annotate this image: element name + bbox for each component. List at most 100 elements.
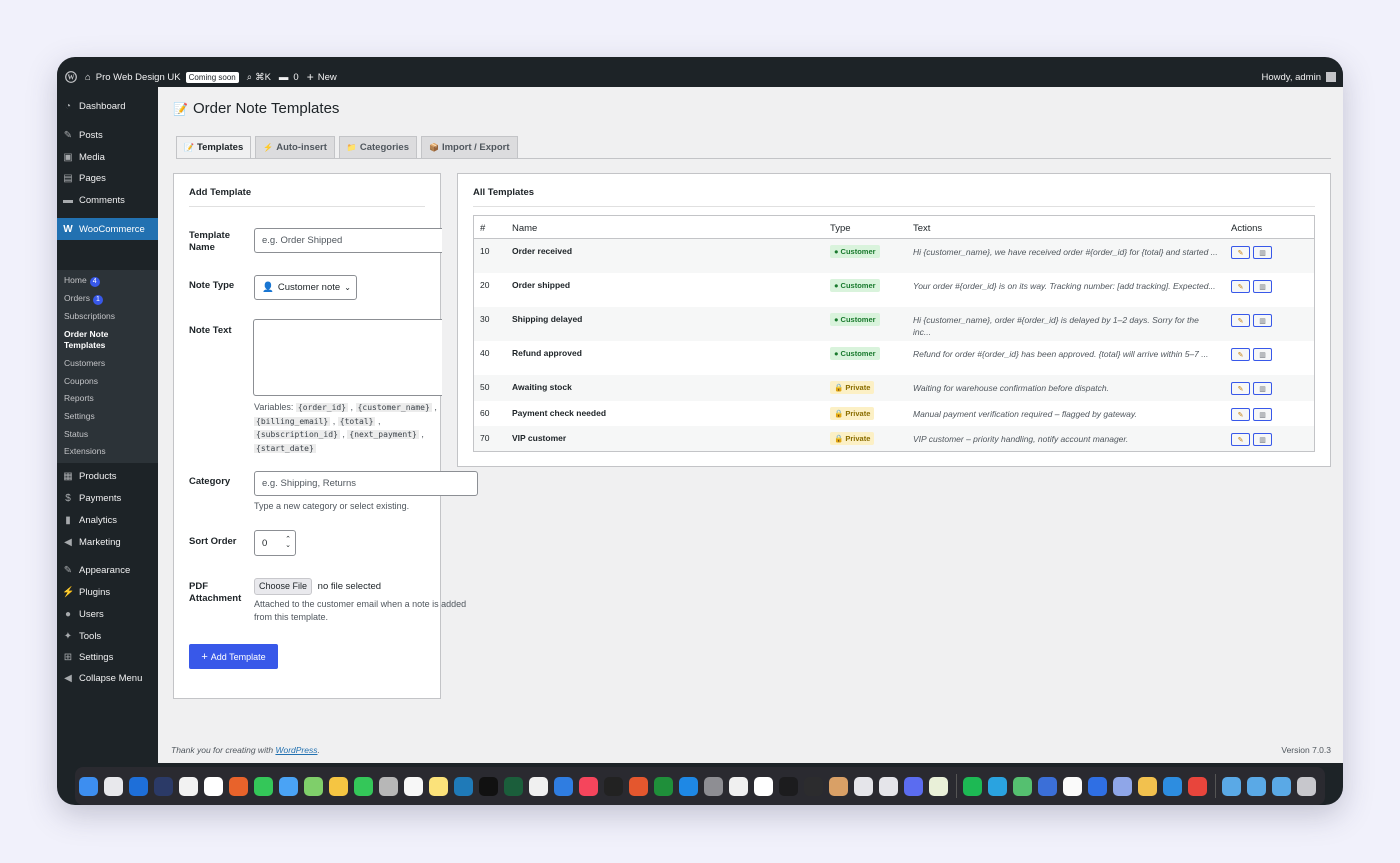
delete-button[interactable]: ▥ bbox=[1253, 408, 1272, 421]
sidebar-subitem-status[interactable]: Status bbox=[64, 429, 88, 440]
vscode-icon[interactable] bbox=[1163, 776, 1182, 796]
activity-monitor-icon[interactable] bbox=[804, 776, 823, 796]
sidebar-item-pages[interactable]: ▤ Pages bbox=[57, 167, 158, 189]
sidebar-item-analytics[interactable]: ▮ Analytics bbox=[57, 509, 158, 531]
sidebar-subitem-subscriptions[interactable]: Subscriptions bbox=[64, 311, 115, 322]
app-icon[interactable] bbox=[754, 776, 773, 796]
app-icon[interactable] bbox=[854, 776, 873, 796]
reminders-icon[interactable] bbox=[404, 776, 423, 796]
notes-icon[interactable] bbox=[429, 776, 448, 796]
edit-button[interactable]: ✎ bbox=[1231, 408, 1250, 421]
account-menu[interactable]: Howdy, admin bbox=[1262, 67, 1336, 87]
app-icon[interactable] bbox=[504, 776, 523, 796]
claude-icon[interactable] bbox=[229, 776, 248, 796]
messages-icon[interactable] bbox=[254, 776, 273, 796]
tab-import-export[interactable]: 📦 Import / Export bbox=[420, 136, 518, 158]
delete-button[interactable]: ▥ bbox=[1253, 280, 1272, 293]
app-icon[interactable] bbox=[154, 776, 173, 796]
sidebar-subitem-extensions[interactable]: Extensions bbox=[64, 446, 106, 457]
edit-button[interactable]: ✎ bbox=[1231, 433, 1250, 446]
sidebar-subitem-home[interactable]: Home 4 bbox=[64, 275, 100, 287]
sidebar-subitem-order-note-templates[interactable]: Order Note Templates bbox=[64, 329, 108, 351]
folder-icon[interactable] bbox=[1222, 776, 1241, 796]
launchpad-icon[interactable] bbox=[104, 776, 123, 796]
edit-button[interactable]: ✎ bbox=[1231, 348, 1250, 361]
command-palette-link[interactable]: ⌕ ⌘K bbox=[247, 67, 271, 87]
delete-button[interactable]: ▥ bbox=[1253, 314, 1272, 327]
sidebar-item-plugins[interactable]: ⚡ Plugins bbox=[57, 581, 158, 603]
wordpress-link[interactable]: WordPress bbox=[275, 745, 317, 755]
contacts-icon[interactable] bbox=[379, 776, 398, 796]
delete-button[interactable]: ▥ bbox=[1253, 433, 1272, 446]
app-icon[interactable] bbox=[1138, 776, 1157, 796]
freeform-icon[interactable] bbox=[454, 776, 473, 796]
sidebar-item-posts[interactable]: ✎ Posts bbox=[57, 124, 158, 146]
system-settings-icon[interactable] bbox=[704, 776, 723, 796]
wordpress-logo-icon[interactable]: W bbox=[65, 67, 77, 87]
delete-button[interactable]: ▥ bbox=[1253, 382, 1272, 395]
apple-tv-icon[interactable] bbox=[479, 776, 498, 796]
choose-file-button[interactable]: Choose File bbox=[254, 578, 313, 595]
sidebar-subitem-coupons[interactable]: Coupons bbox=[64, 376, 98, 387]
trash-icon[interactable] bbox=[1297, 776, 1316, 796]
app-store-icon[interactable] bbox=[679, 776, 698, 796]
new-content-link[interactable]: + New bbox=[307, 67, 337, 87]
sidebar-subitem-customers[interactable]: Customers bbox=[64, 358, 105, 369]
template-name-input[interactable]: e.g. Order Shipped bbox=[254, 228, 442, 253]
delete-button[interactable]: ▥ bbox=[1253, 348, 1272, 361]
sidebar-item-woocommerce[interactable]: W WooCommerce bbox=[57, 218, 158, 240]
category-input[interactable]: e.g. Shipping, Returns bbox=[254, 471, 478, 496]
edit-button[interactable]: ✎ bbox=[1231, 314, 1250, 327]
sidebar-subitem-reports[interactable]: Reports bbox=[64, 393, 94, 404]
app-icon[interactable] bbox=[729, 776, 748, 796]
collapse-menu-button[interactable]: ◀ Collapse Menu bbox=[57, 667, 158, 689]
chrome-icon[interactable] bbox=[1188, 776, 1207, 796]
app-icon[interactable] bbox=[529, 776, 548, 796]
maps-icon[interactable] bbox=[304, 776, 323, 796]
sidebar-item-dashboard[interactable]: ◔ Dashboard bbox=[57, 95, 158, 117]
sidebar-item-appearance[interactable]: ✎ Appearance bbox=[57, 559, 158, 581]
app-icon[interactable] bbox=[554, 776, 573, 796]
comments-link[interactable]: ▬ 0 bbox=[279, 67, 299, 87]
music-icon[interactable] bbox=[579, 776, 598, 796]
app-icon[interactable] bbox=[1063, 776, 1082, 796]
folder-icon[interactable] bbox=[1272, 776, 1291, 796]
numbers-icon[interactable] bbox=[654, 776, 673, 796]
sidebar-item-settings[interactable]: ⊞ Settings bbox=[57, 646, 158, 668]
calendar-icon[interactable] bbox=[179, 776, 198, 796]
spotify-icon[interactable] bbox=[963, 776, 982, 796]
app-icon[interactable] bbox=[629, 776, 648, 796]
edit-button[interactable]: ✎ bbox=[1231, 382, 1250, 395]
edit-button[interactable]: ✎ bbox=[1231, 246, 1250, 259]
edit-button[interactable]: ✎ bbox=[1231, 280, 1250, 293]
app-icon[interactable] bbox=[904, 776, 923, 796]
chatgpt-icon[interactable] bbox=[204, 776, 223, 796]
note-type-select[interactable]: 👤 Customer note ⌄ bbox=[254, 275, 357, 300]
mail-icon[interactable] bbox=[279, 776, 298, 796]
add-template-button[interactable]: + Add Template bbox=[189, 644, 278, 669]
photos-icon[interactable] bbox=[329, 776, 348, 796]
app-icon[interactable] bbox=[1113, 776, 1132, 796]
sort-order-input[interactable]: 0 ⌃ ⌄ bbox=[254, 530, 296, 556]
delete-button[interactable]: ▥ bbox=[1253, 246, 1272, 259]
facetime-icon[interactable] bbox=[354, 776, 373, 796]
tab-categories[interactable]: 📁 Categories bbox=[338, 136, 417, 158]
sidebar-item-users[interactable]: ● Users bbox=[57, 603, 158, 625]
terminal-icon[interactable] bbox=[604, 776, 623, 796]
app-icon[interactable] bbox=[1013, 776, 1032, 796]
tab-templates[interactable]: 📝 Templates bbox=[176, 136, 252, 158]
sidebar-item-payments[interactable]: $ Payments bbox=[57, 487, 158, 509]
sidebar-subitem-settings[interactable]: Settings bbox=[64, 411, 95, 422]
sidebar-item-tools[interactable]: ✦ Tools bbox=[57, 625, 158, 647]
note-text-textarea[interactable] bbox=[253, 319, 442, 396]
sidebar-item-marketing[interactable]: ◀ Marketing bbox=[57, 531, 158, 553]
folder-icon[interactable] bbox=[1247, 776, 1266, 796]
sidebar-subitem-orders[interactable]: Orders 1 bbox=[64, 293, 103, 305]
app-icon[interactable] bbox=[929, 776, 948, 796]
sidebar-item-products[interactable]: ▦ Products bbox=[57, 465, 158, 487]
1password-icon[interactable] bbox=[1088, 776, 1107, 796]
sidebar-item-media[interactable]: ▣ Media bbox=[57, 146, 158, 168]
site-name-link[interactable]: ⌂ Pro Web Design UK Coming soon bbox=[85, 67, 239, 87]
telegram-icon[interactable] bbox=[988, 776, 1007, 796]
tab-auto-insert[interactable]: ⚡ Auto-insert bbox=[255, 136, 335, 158]
